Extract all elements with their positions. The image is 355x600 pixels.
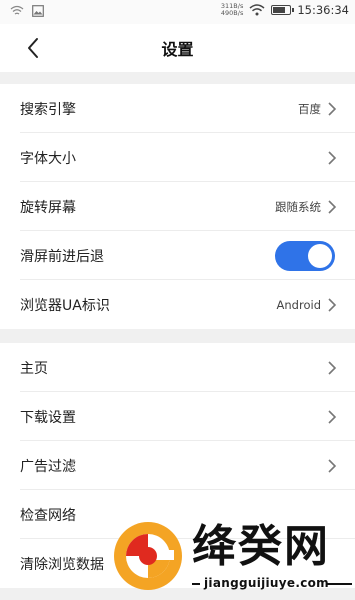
status-bar: 311B/s 490B/s 15:36:34 (0, 0, 355, 24)
setting-label: 搜索引擎 (20, 101, 76, 118)
watermark-line (326, 583, 352, 585)
setting-value: 跟随系统 (275, 199, 321, 214)
chevron-right-icon (328, 459, 337, 473)
chevron-right-icon (328, 361, 337, 375)
watermark: 绛癸网 jiangguijiuye.com (108, 512, 355, 600)
setting-rotate-screen[interactable]: 旋转屏幕 跟随系统 (0, 182, 355, 231)
setting-swipe-navigation: 滑屏前进后退 (0, 231, 355, 280)
network-speed: 311B/s 490B/s (221, 3, 243, 17)
chevron-right-icon (328, 102, 337, 116)
brand-logo-icon (114, 522, 182, 590)
setting-label: 下载设置 (20, 409, 76, 426)
setting-search-engine[interactable]: 搜索引擎 百度 (0, 84, 355, 133)
setting-font-size[interactable]: 字体大小 (0, 133, 355, 182)
watermark-brand: 绛癸网 (192, 521, 330, 572)
net-speed-down: 490B/s (220, 9, 244, 17)
setting-label: 检查网络 (20, 507, 76, 524)
setting-label: 主页 (20, 360, 48, 377)
setting-ad-filter[interactable]: 广告过滤 (0, 441, 355, 490)
watermark-line (192, 583, 200, 585)
image-icon (32, 5, 44, 17)
status-time: 15:36:34 (297, 3, 349, 17)
setting-download[interactable]: 下载设置 (0, 392, 355, 441)
setting-value: Android (276, 297, 321, 312)
setting-label: 滑屏前进后退 (20, 248, 104, 265)
back-arrow-icon[interactable] (22, 36, 46, 60)
battery-icon (271, 5, 295, 15)
chevron-right-icon (328, 151, 337, 165)
wifi-icon (249, 4, 265, 16)
page-title: 设置 (161, 40, 194, 59)
setting-homepage[interactable]: 主页 (0, 343, 355, 392)
chevron-right-icon (328, 200, 337, 214)
setting-label: 旋转屏幕 (20, 199, 76, 216)
setting-label: 字体大小 (20, 150, 76, 167)
chevron-right-icon (328, 298, 337, 312)
chevron-right-icon (328, 410, 337, 424)
swipe-toggle[interactable] (275, 241, 335, 271)
watermark-url: jiangguijiuye.com (204, 576, 329, 590)
setting-label: 清除浏览数据 (20, 556, 104, 573)
section-gap (0, 329, 355, 343)
toggle-knob (308, 244, 332, 268)
setting-user-agent[interactable]: 浏览器UA标识 Android (0, 280, 355, 329)
setting-label: 广告过滤 (20, 458, 76, 475)
header-bar: 设置 (0, 24, 355, 72)
setting-label: 浏览器UA标识 (20, 297, 110, 314)
setting-value: 百度 (298, 101, 321, 116)
wifi-off-icon (10, 5, 24, 15)
section-gap (0, 72, 355, 84)
